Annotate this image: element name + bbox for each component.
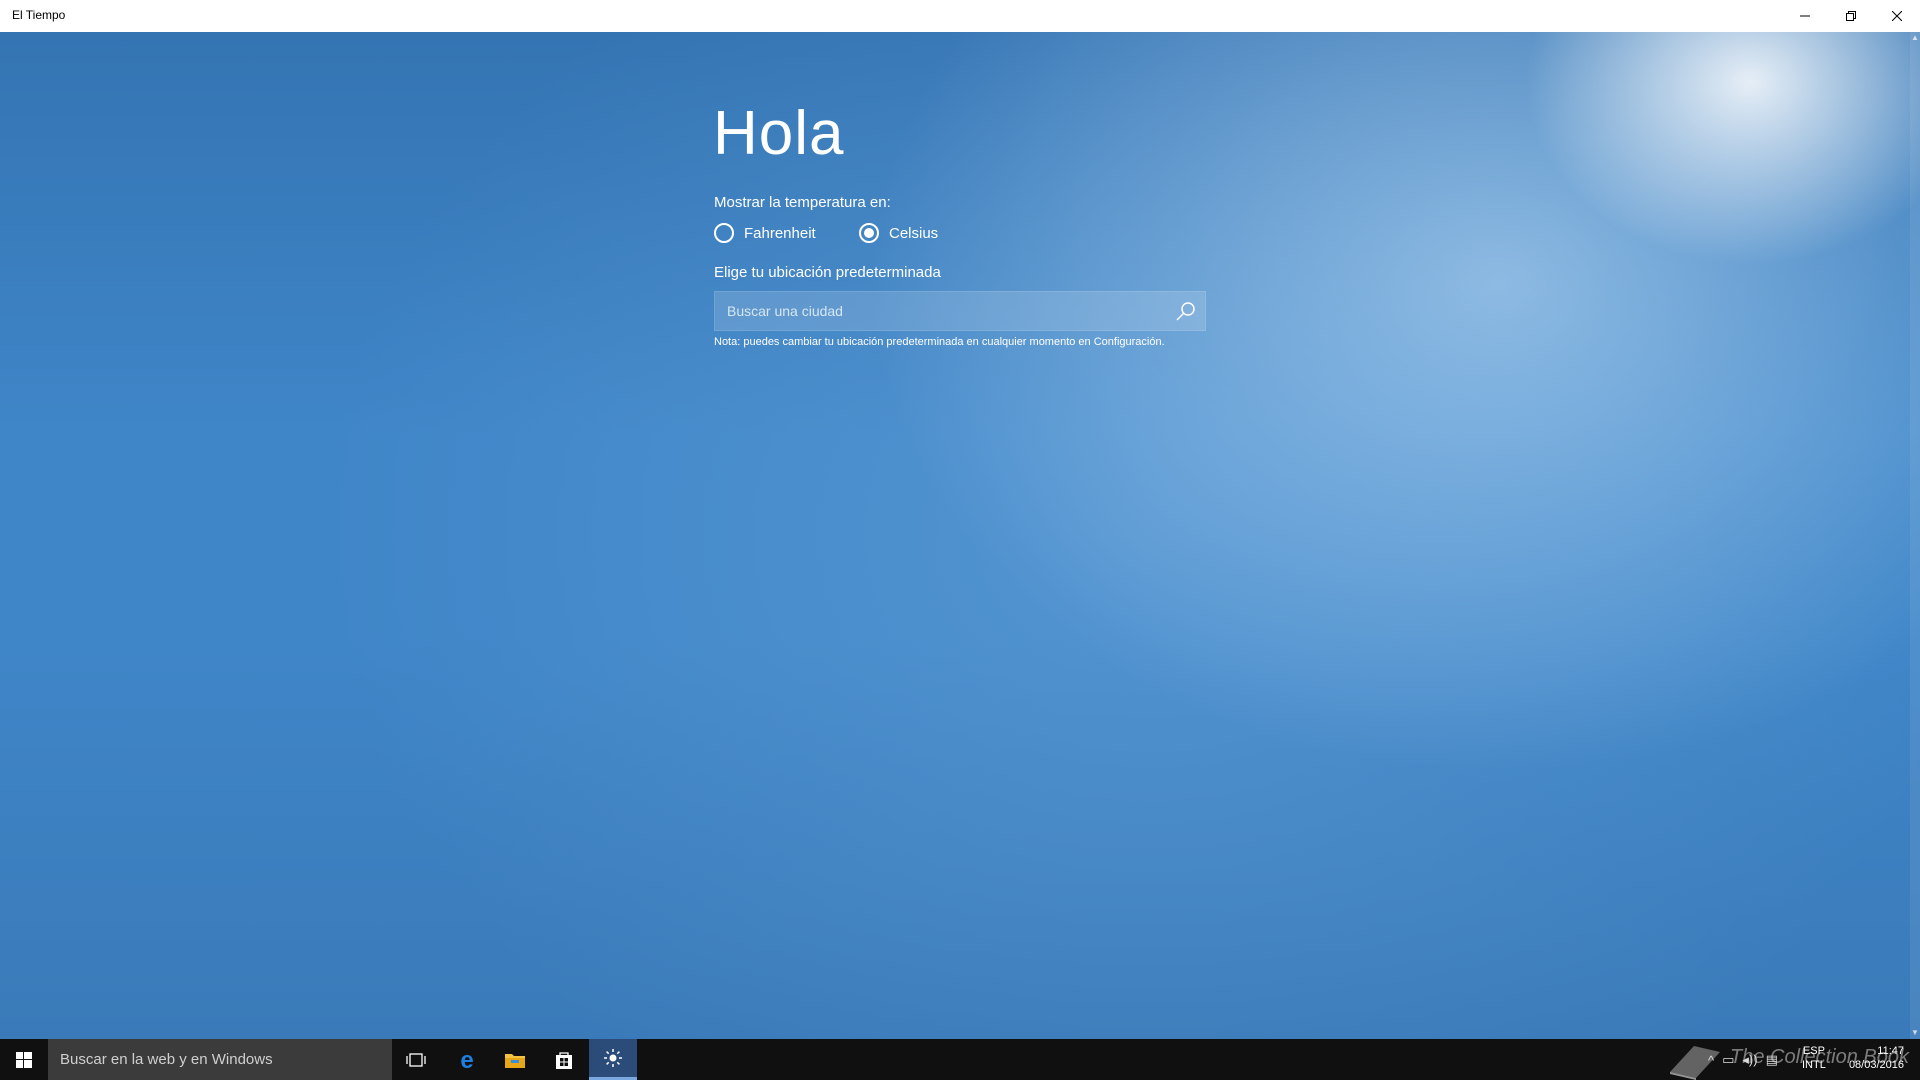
action-center-icon[interactable]: ▤	[1766, 1052, 1778, 1068]
weather-setup-background	[0, 32, 1920, 1039]
volume-icon[interactable]: ◂))	[1742, 1052, 1757, 1068]
city-search-input[interactable]	[715, 292, 1155, 330]
keyboard-layout: INTL	[1802, 1059, 1826, 1071]
file-explorer-button[interactable]	[491, 1039, 539, 1080]
system-tray: ^ ▭ ◂)) ▤	[1708, 1051, 1778, 1069]
radio-selected-dot	[864, 228, 874, 238]
temperature-unit-label: Mostrar la temperatura en:	[714, 194, 891, 211]
location-note: Nota: puedes cambiar tu ubicación predet…	[714, 336, 1165, 348]
fahrenheit-radio[interactable]	[714, 223, 734, 243]
store-button[interactable]	[540, 1039, 588, 1080]
celsius-radio[interactable]	[859, 223, 879, 243]
default-location-label: Elige tu ubicación predeterminada	[714, 264, 941, 281]
celsius-label: Celsius	[889, 224, 939, 242]
svg-text:e: e	[460, 1048, 473, 1072]
restore-icon	[1846, 11, 1856, 21]
close-icon	[1892, 11, 1902, 21]
file-explorer-icon	[505, 1053, 525, 1068]
greeting-heading: Hola	[713, 99, 845, 168]
minimize-icon	[1800, 15, 1810, 17]
close-button[interactable]	[1874, 0, 1920, 32]
weather-icon	[604, 1049, 622, 1067]
store-icon	[556, 1051, 572, 1069]
taskbar-search-box[interactable]: Buscar en la web y en Windows	[48, 1039, 392, 1080]
task-view-icon	[406, 1052, 426, 1067]
title-bar: El Tiempo	[0, 0, 1920, 32]
clock-date: 08/03/2016	[1848, 1059, 1904, 1071]
restore-button[interactable]	[1828, 0, 1874, 32]
fahrenheit-radio-option[interactable]: Fahrenheit	[714, 222, 816, 244]
edge-icon: e	[460, 1048, 473, 1072]
windows-logo-icon	[15, 1051, 32, 1068]
search-icon[interactable]	[1175, 300, 1197, 322]
scroll-down-icon[interactable]: ▼	[1911, 1029, 1919, 1037]
window-title: El Tiempo	[12, 8, 66, 22]
input-language-indicator[interactable]: ESP INTL	[1802, 1044, 1826, 1072]
taskbar: Buscar en la web y en Windows e The Coll…	[0, 1039, 1920, 1080]
taskbar-search-placeholder: Buscar en la web y en Windows	[60, 1051, 273, 1068]
start-button[interactable]	[0, 1039, 47, 1080]
celsius-radio-option[interactable]: Celsius	[859, 222, 938, 244]
show-hidden-icons-icon[interactable]: ^	[1708, 1053, 1714, 1068]
scroll-up-icon[interactable]: ▲	[1911, 34, 1919, 42]
fahrenheit-label: Fahrenheit	[744, 224, 816, 242]
clock[interactable]: 11:47 08/03/2016	[1840, 1044, 1904, 1072]
city-search-box[interactable]	[714, 291, 1206, 331]
minimize-button[interactable]	[1782, 0, 1828, 32]
edge-button[interactable]: e	[443, 1039, 491, 1080]
clock-time: 11:47	[1877, 1045, 1904, 1057]
weather-app-button[interactable]	[589, 1039, 637, 1080]
lang-code: ESP	[1802, 1045, 1825, 1057]
vertical-scrollbar[interactable]: ▲ ▼	[1910, 32, 1920, 1039]
network-icon[interactable]: ▭	[1722, 1052, 1734, 1068]
task-view-button[interactable]	[392, 1039, 440, 1080]
